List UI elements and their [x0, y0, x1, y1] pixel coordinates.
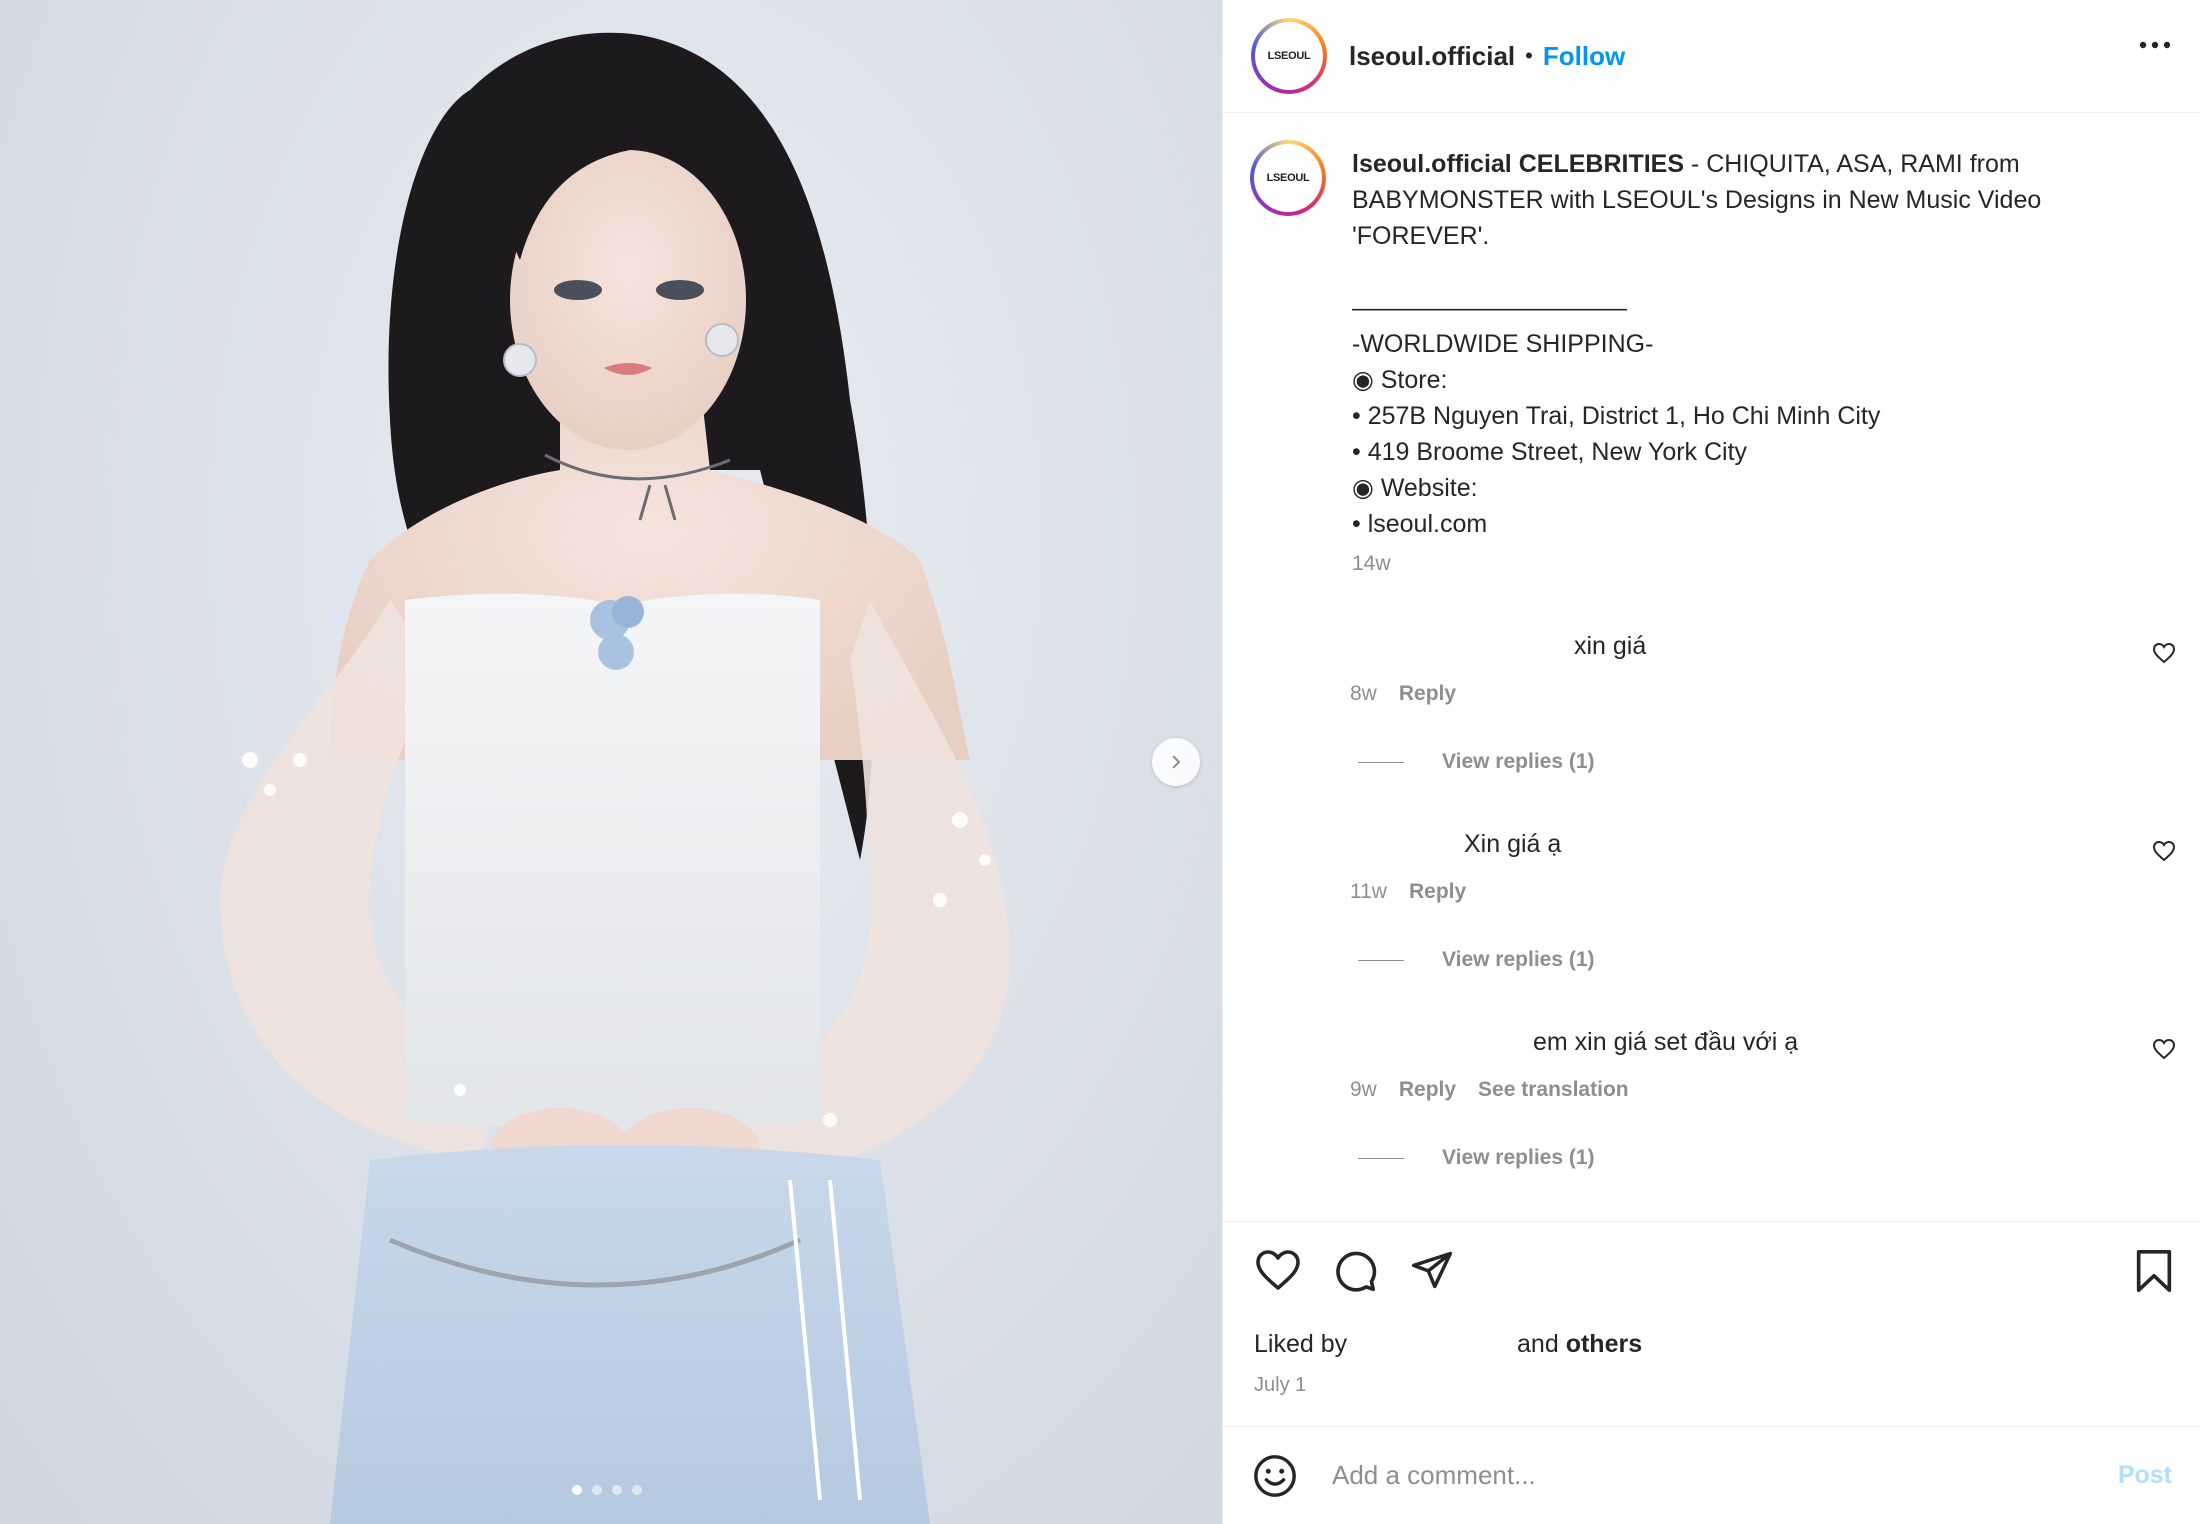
post-date: July 1 — [1254, 1374, 1307, 1396]
comment-text: em xin giá set đầu với ạ — [1533, 1028, 1799, 1056]
post-comment-button[interactable]: Post — [2118, 1461, 2172, 1490]
comment-text: xin giá — [1574, 632, 1647, 660]
comment-meta: 11w Reply — [1350, 880, 1466, 904]
view-replies-button[interactable]: View replies (1) — [1442, 1146, 1595, 1170]
caption-divider: ——————————— — [1352, 294, 1627, 322]
caption-avatar[interactable]: LSEOUL — [1250, 140, 1326, 216]
caption-text: lseoul.official CELEBRITIES - CHIQUITA, … — [1352, 146, 2152, 542]
heart-icon[interactable] — [2152, 840, 2176, 862]
post-header: LSEOUL lseoul.official • Follow — [1223, 0, 2200, 113]
reply-divider — [1358, 959, 1404, 961]
reply-divider — [1358, 1157, 1404, 1159]
reply-button[interactable]: Reply — [1409, 880, 1466, 904]
more-horizontal-icon[interactable] — [2139, 40, 2171, 50]
emoji-icon[interactable] — [1252, 1453, 1298, 1499]
avatar[interactable]: LSEOUL — [1251, 18, 1327, 94]
avatar-logo: LSEOUL — [1255, 22, 1323, 90]
caption-headline: CELEBRITIES — [1518, 150, 1685, 178]
caption-line: • lseoul.com — [1352, 510, 1488, 538]
carousel-dot — [632, 1485, 642, 1495]
caption-line: • 419 Broome Street, New York City — [1352, 438, 1748, 466]
post-photo — [220, 32, 1010, 1524]
comment-text: Xin giá ạ — [1464, 830, 1562, 858]
caption-line: -WORLDWIDE SHIPPING- — [1352, 330, 1654, 358]
carousel-dot — [572, 1485, 582, 1495]
view-replies: View replies (1) — [1358, 750, 1595, 774]
comment-time: 8w — [1350, 682, 1377, 705]
comment-input[interactable] — [1332, 1451, 2052, 1499]
caption-line: • 257B Nguyen Trai, District 1, Ho Chi M… — [1352, 402, 1881, 430]
caption-line: ◉ Website: — [1352, 474, 1478, 502]
separator-dot: • — [1525, 43, 1533, 68]
caption-line: ◉ Store: — [1352, 366, 1448, 394]
avatar-logo: LSEOUL — [1254, 144, 1322, 212]
liked-by-and: and — [1517, 1330, 1559, 1358]
caption-username[interactable]: lseoul.official — [1352, 150, 1512, 178]
view-replies-button[interactable]: View replies (1) — [1442, 948, 1595, 972]
send-icon[interactable] — [1410, 1248, 1454, 1292]
liked-by-prefix: Liked by — [1254, 1330, 1348, 1358]
liked-by-others[interactable]: others — [1566, 1330, 1642, 1358]
comment-time: 11w — [1350, 880, 1387, 903]
reply-divider — [1358, 761, 1404, 763]
bookmark-icon[interactable] — [2134, 1248, 2174, 1294]
comment-meta: 9w Reply See translation — [1350, 1078, 1629, 1102]
heart-icon[interactable] — [2152, 1038, 2176, 1060]
carousel-next-button[interactable] — [1152, 738, 1200, 786]
view-replies: View replies (1) — [1358, 1146, 1595, 1170]
reply-button[interactable]: Reply — [1399, 682, 1456, 706]
reply-button[interactable]: Reply — [1399, 1078, 1456, 1102]
carousel-indicator — [572, 1485, 642, 1495]
chevron-right-icon — [1172, 755, 1180, 769]
view-replies: View replies (1) — [1358, 948, 1595, 972]
comment-time: 9w — [1350, 1078, 1377, 1101]
likes-summary[interactable]: Liked by and others — [1254, 1330, 1642, 1359]
heart-icon[interactable] — [1254, 1248, 1302, 1292]
caption-timestamp: 14w — [1352, 552, 1391, 575]
add-comment-bar: Post — [1222, 1426, 2200, 1524]
carousel-dot — [592, 1485, 602, 1495]
heart-icon[interactable] — [2152, 642, 2176, 664]
comment-icon[interactable] — [1332, 1248, 1378, 1294]
view-replies-button[interactable]: View replies (1) — [1442, 750, 1595, 774]
see-translation-button[interactable]: See translation — [1478, 1078, 1629, 1102]
comment-meta: 8w Reply — [1350, 682, 1456, 706]
username-link[interactable]: lseoul.official — [1349, 41, 1515, 72]
follow-button[interactable]: Follow — [1543, 41, 1625, 72]
carousel-dot — [612, 1485, 622, 1495]
post-media[interactable] — [0, 0, 1222, 1524]
post-actions: Liked by and others July 1 — [1222, 1221, 2200, 1426]
